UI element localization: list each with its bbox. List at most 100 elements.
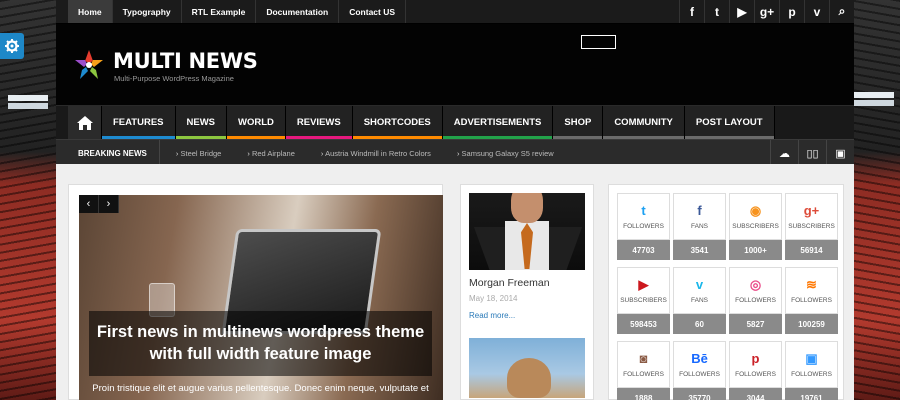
slider-next-button[interactable]: › [99,195,119,213]
site-title[interactable]: MULTI NEWS [113,49,258,73]
topnav-rtl-example[interactable]: RTL Example [182,0,257,23]
nav-advertisements[interactable]: ADVERTISEMENTS [442,106,554,139]
counter-label: FOLLOWERS [791,371,832,378]
nav-shop[interactable]: SHOP [553,106,604,139]
site-wrapper: Home Typography RTL Example Documentation Co… [56,0,854,400]
counter-value: 100259 [785,314,838,334]
vimeo-icon: v [695,277,704,292]
breaking-news-item[interactable]: Austria Windmill in Retro Colors [321,149,431,158]
topnav-contact-us[interactable]: Contact US [339,0,407,23]
main-nav: FEATURES NEWS WORLD REVIEWS SHORTCODES ADVERT… [56,105,854,139]
vimeo-icon[interactable]: v [804,0,829,23]
video-icon[interactable]: ▣ [826,140,854,167]
counter-value: 1000+ [729,240,782,260]
social-counter[interactable]: p FOLLOWERS 3044 [729,341,782,400]
breaking-news-item[interactable]: Red Airplane [247,149,295,158]
nav-shortcodes[interactable]: SHORTCODES [352,106,443,139]
post-thumbnail-2[interactable] [469,338,585,398]
social-counter[interactable]: ▶ SUBSCRIBERS 598453 [617,267,670,334]
facebook-icon[interactable]: f [679,0,704,23]
nav-color-bar [553,136,603,139]
pinterest-icon: p [751,351,760,366]
book-icon[interactable]: ▯▯ [798,140,826,167]
search-icon[interactable]: ⌕ [829,0,854,23]
post-date: May 18, 2014 [469,294,518,303]
social-counter[interactable]: ◎ FOLLOWERS 5827 [729,267,782,334]
nav-label: SHOP [564,117,592,128]
breaking-tools: ☁ ▯▯ ▣ [770,140,854,167]
nav-reviews[interactable]: REVIEWS [285,106,353,139]
social-counter[interactable]: ◙ FOLLOWERS 1888 [617,341,670,400]
nav-color-bar [684,136,774,139]
breaking-news-item[interactable]: Steel Bridge [176,149,221,158]
breaking-news-bar: BREAKING NEWS Steel Bridge Red Airplane Au… [56,139,854,167]
nav-color-bar [352,136,442,139]
nav-community[interactable]: COMMUNITY [603,106,685,139]
social-links: f t ▶ g+ p v ⌕ [679,0,854,23]
counter-top: ▶ SUBSCRIBERS [617,267,670,314]
counter-label: FOLLOWERS [623,371,664,378]
topnav-typography[interactable]: Typography [113,0,182,23]
social-counter[interactable]: v FANS 60 [673,267,726,334]
breaking-news-item[interactable]: Samsung Galaxy S5 review [457,149,554,158]
counter-top: f FANS [673,193,726,240]
social-counter[interactable]: g+ SUBSCRIBERS 56914 [785,193,838,260]
nav-label: NEWS [186,117,216,128]
counter-value: 60 [673,314,726,334]
counter-value: 5827 [729,314,782,334]
counter-top: g+ SUBSCRIBERS [785,193,838,240]
social-counter[interactable]: ▣ FOLLOWERS 19761 [785,341,838,400]
nav-label: REVIEWS [296,117,341,128]
counter-value: 598453 [617,314,670,334]
counter-value: 19761 [785,388,838,400]
counter-top: v FANS [673,267,726,314]
google-plus-icon[interactable]: g+ [754,0,779,23]
nav-home-button[interactable] [68,106,102,139]
counter-label: SUBSCRIBERS [620,297,667,304]
post-thumbnail[interactable] [469,193,585,270]
header-ad-banner[interactable] [581,35,616,49]
counter-top: ≋ FOLLOWERS [785,267,838,314]
settings-gear-button[interactable] [0,33,24,59]
post-title[interactable]: Morgan Freeman [469,277,585,289]
twitter-icon[interactable]: t [704,0,729,23]
youtube-icon[interactable]: ▶ [729,0,754,23]
counter-value: 1888 [617,388,670,400]
nav-world[interactable]: WORLD [227,106,286,139]
counter-label: SUBSCRIBERS [732,223,779,230]
nav-color-bar [175,136,226,139]
feature-image[interactable]: ‹ › First news in multinews wordpress th… [79,195,443,400]
counter-top: ◙ FOLLOWERS [617,341,670,388]
slider-prev-button[interactable]: ‹ [79,195,99,213]
google-plus-icon: g+ [803,203,820,218]
social-counter[interactable]: ◉ SUBSCRIBERS 1000+ [729,193,782,260]
counter-label: FANS [691,223,708,230]
read-more-link[interactable]: Read more... [469,311,585,320]
gear-icon [5,39,19,53]
social-counter[interactable]: f FANS 3541 [673,193,726,260]
pinterest-icon[interactable]: p [779,0,804,23]
social-counter[interactable]: ≋ FOLLOWERS 100259 [785,267,838,334]
social-counter[interactable]: Bē FOLLOWERS 35770 [673,341,726,400]
topnav-documentation[interactable]: Documentation [256,0,340,23]
weather-cloud-icon[interactable]: ☁ [770,140,798,167]
nav-label: ADVERTISEMENTS [453,117,542,128]
counter-label: FOLLOWERS [791,297,832,304]
nav-label: FEATURES [113,117,164,128]
topnav-home[interactable]: Home [68,0,113,23]
counter-value: 35770 [673,388,726,400]
counter-top: ◉ SUBSCRIBERS [729,193,782,240]
social-counter[interactable]: t FOLLOWERS 47703 [617,193,670,260]
nav-color-bar [442,136,553,139]
nav-news[interactable]: NEWS [175,106,227,139]
post-column: Morgan Freeman May 18, 2014 Read more... [460,184,594,400]
counter-value: 3541 [673,240,726,260]
counter-label: FANS [691,297,708,304]
feature-title[interactable]: First news in multinews wordpress theme … [89,311,432,376]
counter-value: 47703 [617,240,670,260]
nav-features[interactable]: FEATURES [102,106,176,139]
nav-color-bar [285,136,352,139]
twitter-icon: t [641,203,646,218]
nav-post-layout[interactable]: POST LAYOUT [684,106,775,139]
site-header: MULTI NEWS Multi-Purpose WordPress Magaz… [56,24,854,105]
